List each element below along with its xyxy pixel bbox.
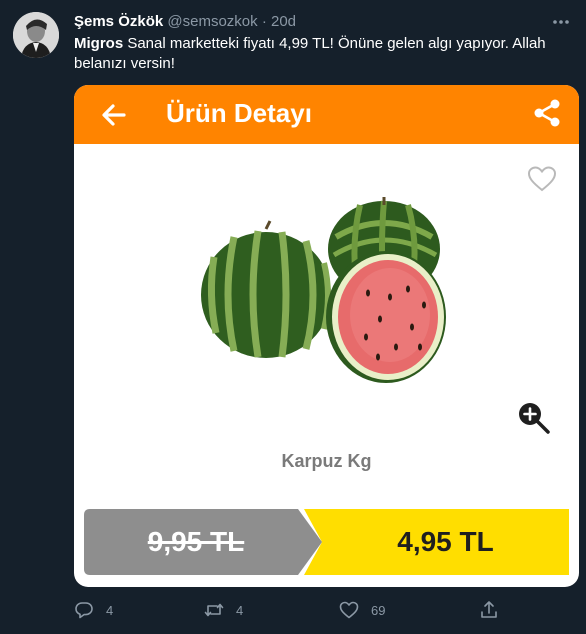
share-tweet-icon — [481, 601, 497, 618]
retweet-count: 4 — [236, 602, 244, 618]
zoom-in-icon[interactable] — [517, 401, 551, 435]
app-bar: Ürün Detayı — [74, 85, 579, 144]
price-bar: 9,95 TL 4,95 TL — [84, 509, 569, 575]
separator: · — [261, 13, 267, 30]
like-count: 69 — [371, 602, 386, 618]
mention-migros[interactable]: Migros — [74, 35, 123, 52]
author-name[interactable]: Şems Özkök — [74, 13, 163, 30]
tweet-actions: 4 4 69 — [74, 598, 514, 622]
product-name: Karpuz Kg — [281, 451, 372, 471]
tweet-body: Sanal marketteki fiyatı 4,99 TL! Önüne g… — [74, 35, 546, 72]
new-price: 4,95 TL — [397, 526, 494, 557]
like-button[interactable]: 69 — [339, 598, 385, 622]
product-screenshot-card[interactable]: Ürün Detayı Karpuz Kg 9,95 TL 4,95 TL — [74, 85, 579, 587]
reply-button[interactable]: 4 — [74, 598, 113, 622]
tweet-text: Migros Sanal marketteki fiyatı 4,99 TL! … — [74, 34, 574, 74]
share-tweet-button[interactable] — [479, 598, 511, 622]
reply-count: 4 — [106, 602, 114, 618]
more-icon[interactable] — [550, 12, 572, 32]
share-icon[interactable] — [531, 97, 563, 129]
avatar[interactable] — [13, 12, 59, 58]
page-title: Ürün Detayı — [166, 98, 312, 128]
product-image-watermelon[interactable] — [200, 197, 450, 392]
heart-outline-icon[interactable] — [527, 165, 557, 193]
old-price: 9,95 TL — [147, 526, 245, 557]
tweet-header: Şems Özkök @semsozkok · 20d — [74, 12, 546, 32]
tweet-time[interactable]: 20d — [271, 13, 296, 30]
like-icon — [339, 601, 359, 619]
author-handle[interactable]: @semsozkok — [167, 13, 257, 30]
retweet-icon — [204, 603, 224, 617]
back-arrow-icon[interactable] — [98, 99, 130, 131]
retweet-button[interactable]: 4 — [204, 598, 243, 622]
reply-icon — [75, 602, 93, 619]
